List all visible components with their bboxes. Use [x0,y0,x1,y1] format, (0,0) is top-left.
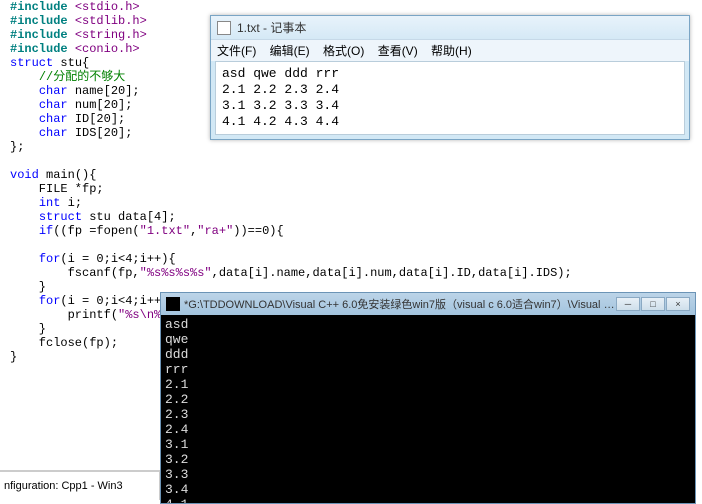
menu-format[interactable]: 格式(O) [323,44,364,58]
console-window: *G:\TDDOWNLOAD\Visual C++ 6.0免安装绿色win7版（… [160,292,696,504]
notepad-icon [217,21,231,35]
console-icon [166,297,180,311]
notepad-title: 1.txt - 记事本 [237,19,306,36]
close-button[interactable]: × [666,297,690,311]
console-output: asd qwe ddd rrr 2.1 2.2 2.3 2.4 3.1 3.2 … [161,315,695,503]
menu-help[interactable]: 帮助(H) [431,44,472,58]
notepad-window: 1.txt - 记事本 文件(F) 编辑(E) 格式(O) 查看(V) 帮助(H… [210,15,690,140]
menu-view[interactable]: 查看(V) [378,44,418,58]
console-titlebar[interactable]: *G:\TDDOWNLOAD\Visual C++ 6.0免安装绿色win7版（… [161,293,695,315]
notepad-content[interactable]: asd qwe ddd rrr 2.1 2.2 2.3 2.4 3.1 3.2 … [215,61,685,135]
menu-file[interactable]: 文件(F) [217,44,256,58]
maximize-button[interactable]: □ [641,297,665,311]
menu-edit[interactable]: 编辑(E) [270,44,310,58]
minimize-button[interactable]: ─ [616,297,640,311]
console-title: *G:\TDDOWNLOAD\Visual C++ 6.0免安装绿色win7版（… [184,296,616,312]
notepad-titlebar[interactable]: 1.txt - 记事本 [211,16,689,39]
output-panel: nfiguration: Cpp1 - Win3 [0,470,160,500]
notepad-menu: 文件(F) 编辑(E) 格式(O) 查看(V) 帮助(H) [211,39,689,61]
config-text: nfiguration: Cpp1 - Win3 [0,480,127,492]
